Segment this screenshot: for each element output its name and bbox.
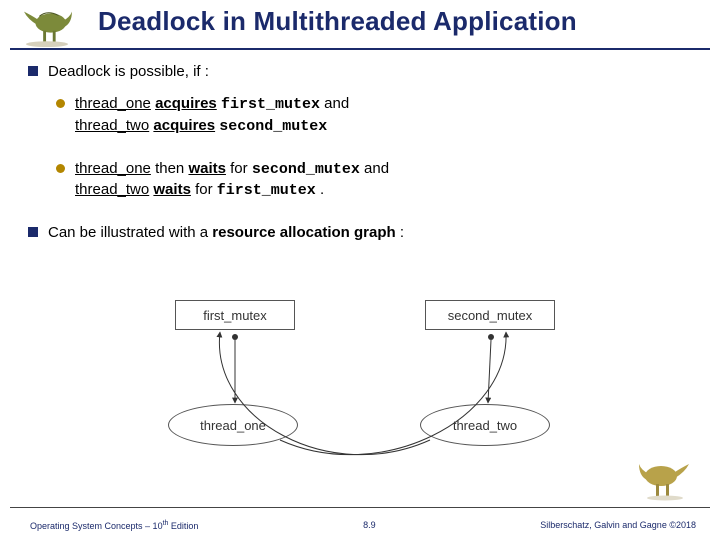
text-first-mutex: first_mutex (221, 96, 320, 113)
bullet-2-bold: resource allocation graph (212, 224, 395, 241)
text-thread-two-b: thread_two (75, 181, 149, 198)
text-then: then (155, 160, 188, 177)
footer-left-a: Operating System Concepts – 10 (30, 521, 163, 531)
text-and: and (324, 95, 349, 112)
slide-title: Deadlock in Multithreaded Application (98, 6, 577, 37)
title-underline (10, 48, 710, 50)
bullet-1-sub-1-text: thread_one acquires first_mutex and thre… (75, 94, 349, 137)
text-second-mutex-b: second_mutex (252, 161, 360, 178)
graph-edges (130, 300, 590, 470)
footer-left-b: Edition (168, 521, 198, 531)
text-acquires: acquires (155, 95, 217, 112)
dinosaur-footer-icon (635, 454, 695, 502)
bullet-1-sub-2: thread_one then waits for second_mutex a… (56, 159, 692, 202)
text-waits-2: waits (153, 181, 191, 198)
text-and-b: and (364, 160, 389, 177)
square-bullet-icon (28, 227, 38, 237)
text-for: for (230, 160, 252, 177)
disc-bullet-icon (56, 99, 65, 108)
bullet-1-sub-2-text: thread_one then waits for second_mutex a… (75, 159, 389, 202)
text-waits: waits (188, 160, 226, 177)
text-first-mutex-b: first_mutex (217, 182, 316, 199)
text-period: . (320, 181, 324, 198)
text-thread-one-b: thread_one (75, 160, 151, 177)
bullet-2: Can be illustrated with a resource alloc… (28, 223, 692, 243)
disc-bullet-icon (56, 164, 65, 173)
footer-right: Silberschatz, Galvin and Gagne ©2018 (540, 520, 696, 530)
dinosaur-icon (18, 2, 76, 48)
bullet-1-text: Deadlock is possible, if : (48, 62, 209, 82)
square-bullet-icon (28, 66, 38, 76)
content-area: Deadlock is possible, if : thread_one ac… (28, 62, 692, 256)
slide: Deadlock in Multithreaded Application De… (0, 0, 720, 540)
footer: Operating System Concepts – 10th Edition… (0, 516, 720, 534)
text-thread-two: thread_two (75, 117, 149, 134)
bullet-2-post: : (400, 224, 404, 241)
bullet-1-sub-1: thread_one acquires first_mutex and thre… (56, 94, 692, 137)
footer-center: 8.9 (363, 520, 376, 530)
bullet-1-sublist: thread_one acquires first_mutex and thre… (56, 94, 692, 201)
bullet-2-pre: Can be illustrated with a (48, 224, 212, 241)
resource-allocation-graph: first_mutex second_mutex thread_one thre… (130, 300, 590, 470)
text-acquires-2: acquires (153, 117, 215, 134)
text-thread-one: thread_one (75, 95, 151, 112)
text-for-2: for (195, 181, 217, 198)
bullet-2-text: Can be illustrated with a resource alloc… (48, 223, 404, 243)
footer-left: Operating System Concepts – 10th Edition (30, 520, 198, 531)
bullet-1: Deadlock is possible, if : (28, 62, 692, 82)
footer-rule (10, 507, 710, 508)
text-second-mutex: second_mutex (219, 118, 327, 135)
